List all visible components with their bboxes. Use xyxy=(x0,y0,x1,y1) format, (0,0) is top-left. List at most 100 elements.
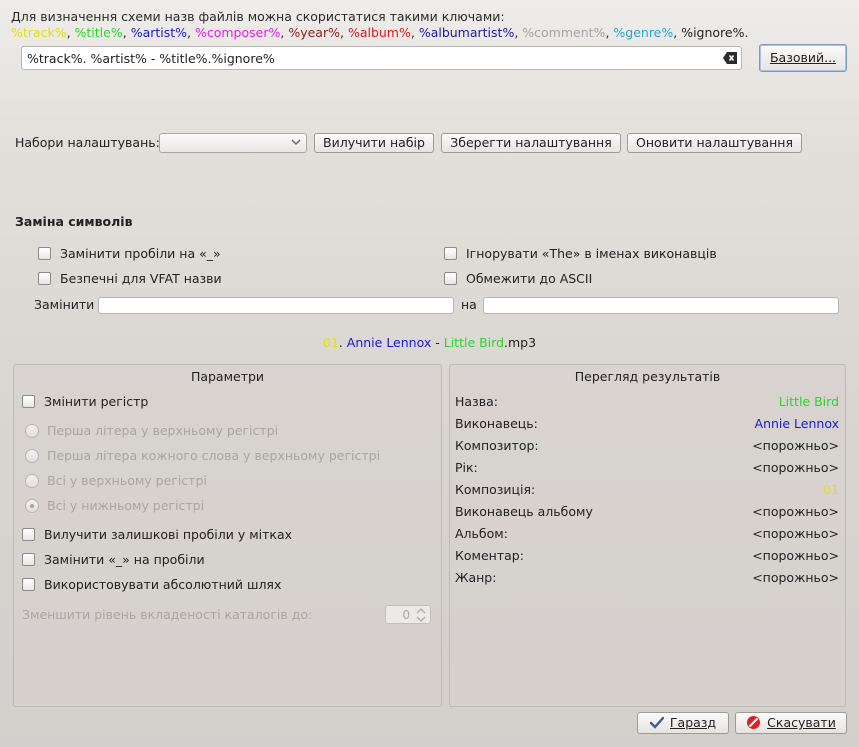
remove-trailing-spaces-label: Вилучити залишкові пробіли у мітках xyxy=(44,527,293,542)
result-key: Виконавець: xyxy=(455,416,538,431)
scheme-key: %ignore% xyxy=(681,25,745,40)
checkbox-box[interactable] xyxy=(38,247,51,260)
scheme-key: %albumartist% xyxy=(418,25,515,40)
result-key: Виконавець альбому xyxy=(455,504,593,519)
result-row: Альбом: <порожньо> xyxy=(455,526,839,544)
check-icon xyxy=(649,716,665,729)
result-key: Композиція: xyxy=(455,482,536,497)
case-each-word-label: Перша літера кожного слова у верхньому р… xyxy=(47,448,381,463)
result-value: <порожньо> xyxy=(752,438,839,453)
absolute-path-label: Використовувати абсолютний шлях xyxy=(44,577,282,592)
scheme-key: %title% xyxy=(74,25,123,40)
update-settings-button[interactable]: Оновити налаштування xyxy=(627,133,802,153)
preview-artist: Annie Lennox xyxy=(346,335,432,350)
presets-combo[interactable] xyxy=(159,133,307,153)
change-case-label: Змінити регістр xyxy=(44,394,149,409)
case-each-word-radio[interactable]: Перша літера кожного слова у верхньому р… xyxy=(25,448,380,463)
checkbox-box[interactable] xyxy=(22,395,35,408)
reduce-depth-label: Зменшити рівень вкладеності каталогів до… xyxy=(22,607,313,622)
radio-circle[interactable] xyxy=(25,448,39,463)
preview-track: 01 xyxy=(322,335,339,350)
result-row: Назва: Little Bird xyxy=(455,394,839,412)
vfat-safe-checkbox[interactable]: Безпечні для VFAT назви xyxy=(38,271,222,286)
result-row: Композиція: 01 xyxy=(455,482,839,500)
case-upper-label: Всі у верхньому регістрі xyxy=(47,473,207,488)
result-key: Композитор: xyxy=(455,438,539,453)
ascii-only-label: Обмежити до ASCII xyxy=(466,271,593,286)
result-value: Annie Lennox xyxy=(754,416,839,431)
scheme-input[interactable] xyxy=(27,50,717,66)
remove-preset-button[interactable]: Вилучити набір xyxy=(314,133,434,153)
vfat-safe-label: Безпечні для VFAT назви xyxy=(60,271,222,286)
options-title: Параметри xyxy=(190,369,265,384)
case-first-letter-label: Перша літера у верхньому регістрі xyxy=(47,423,279,438)
result-key: Коментар: xyxy=(455,548,524,563)
cancel-button[interactable]: Скасувати xyxy=(735,712,847,734)
clear-text-icon[interactable] xyxy=(723,52,737,64)
result-row: Коментар: <порожньо> xyxy=(455,548,839,566)
results-title: Перегляд результатів xyxy=(574,369,721,384)
checkbox-box[interactable] xyxy=(22,578,35,591)
checkbox-box[interactable] xyxy=(22,528,35,541)
scheme-hint-text: Для визначення схеми назв файлів можна с… xyxy=(11,9,505,24)
case-upper-radio[interactable]: Всі у верхньому регістрі xyxy=(25,473,207,488)
result-key: Назва: xyxy=(455,394,498,409)
chevron-down-icon xyxy=(291,139,301,145)
scheme-key: %composer% xyxy=(194,25,281,40)
basic-button-label: Базовий... xyxy=(769,50,837,65)
result-value: 01 xyxy=(823,482,839,497)
preview-ext: .mp3 xyxy=(504,335,537,350)
underscore-to-space-label: Замінити «_» на пробіли xyxy=(44,552,205,567)
cancel-label: Скасувати xyxy=(767,715,836,730)
case-first-letter-radio[interactable]: Перша літера у верхньому регістрі xyxy=(25,423,278,438)
case-lower-label: Всі у нижньому регістрі xyxy=(47,498,205,513)
result-value: <порожньо> xyxy=(752,548,839,563)
radio-circle[interactable] xyxy=(25,473,39,488)
with-label: на xyxy=(461,297,477,312)
scheme-key: %genre% xyxy=(613,25,674,40)
preview-sep1: . xyxy=(338,335,347,350)
reduce-depth-spinbox[interactable]: 0 xyxy=(385,605,431,624)
update-settings-label: Оновити налаштування xyxy=(635,135,794,150)
preview-sep2: - xyxy=(431,335,444,350)
result-value: Little Bird xyxy=(778,394,839,409)
remove-preset-label: Вилучити набір xyxy=(323,135,425,150)
remove-trailing-spaces-checkbox[interactable]: Вилучити залишкові пробіли у мітках xyxy=(22,527,292,542)
filename-preview: 01. Annie Lennox - Little Bird.mp3 xyxy=(0,335,859,350)
scheme-key: %album% xyxy=(347,25,411,40)
scheme-key: %year% xyxy=(288,25,340,40)
absolute-path-checkbox[interactable]: Використовувати абсолютний шлях xyxy=(22,577,281,592)
result-value: <порожньо> xyxy=(752,570,839,585)
ok-button[interactable]: Гаразд xyxy=(637,712,729,734)
save-settings-button[interactable]: Зберегти налаштування xyxy=(441,133,621,153)
replace-label: Замінити xyxy=(34,297,95,312)
scheme-key: %track% xyxy=(11,25,67,40)
result-key: Рік: xyxy=(455,460,478,475)
result-key: Альбом: xyxy=(455,526,508,541)
change-case-checkbox[interactable]: Змінити регістр xyxy=(22,394,148,409)
reduce-depth-value: 0 xyxy=(402,608,410,622)
scheme-key: %comment% xyxy=(522,25,606,40)
basic-button[interactable]: Базовий... xyxy=(759,44,847,72)
checkbox-box[interactable] xyxy=(444,272,457,285)
scheme-input-box[interactable] xyxy=(21,46,742,70)
replace-from-input[interactable] xyxy=(98,297,454,314)
underscore-to-space-checkbox[interactable]: Замінити «_» на пробіли xyxy=(22,552,205,567)
checkbox-box[interactable] xyxy=(444,247,457,260)
scheme-keys-list: %track%, %title%, %artist%, %composer%, … xyxy=(11,25,749,40)
ascii-only-checkbox[interactable]: Обмежити до ASCII xyxy=(444,271,592,286)
radio-circle[interactable] xyxy=(25,423,39,438)
cancel-icon xyxy=(747,716,761,729)
checkbox-box[interactable] xyxy=(38,272,51,285)
ignore-the-checkbox[interactable]: Ігнорувати «The» в іменах виконавців xyxy=(444,246,717,261)
preview-title: Little Bird xyxy=(443,335,505,350)
checkbox-box[interactable] xyxy=(22,553,35,566)
result-value: <порожньо> xyxy=(752,504,839,519)
case-lower-radio[interactable]: Всі у нижньому регістрі xyxy=(25,498,204,513)
radio-circle-selected[interactable] xyxy=(25,498,39,513)
result-row: Рік: <порожньо> xyxy=(455,460,839,478)
spin-arrows-icon[interactable] xyxy=(416,608,426,622)
spaces-to-underscore-checkbox[interactable]: Замінити пробіли на «_» xyxy=(38,246,221,261)
replace-to-input[interactable] xyxy=(483,297,839,314)
presets-label: Набори налаштувань: xyxy=(15,135,160,150)
